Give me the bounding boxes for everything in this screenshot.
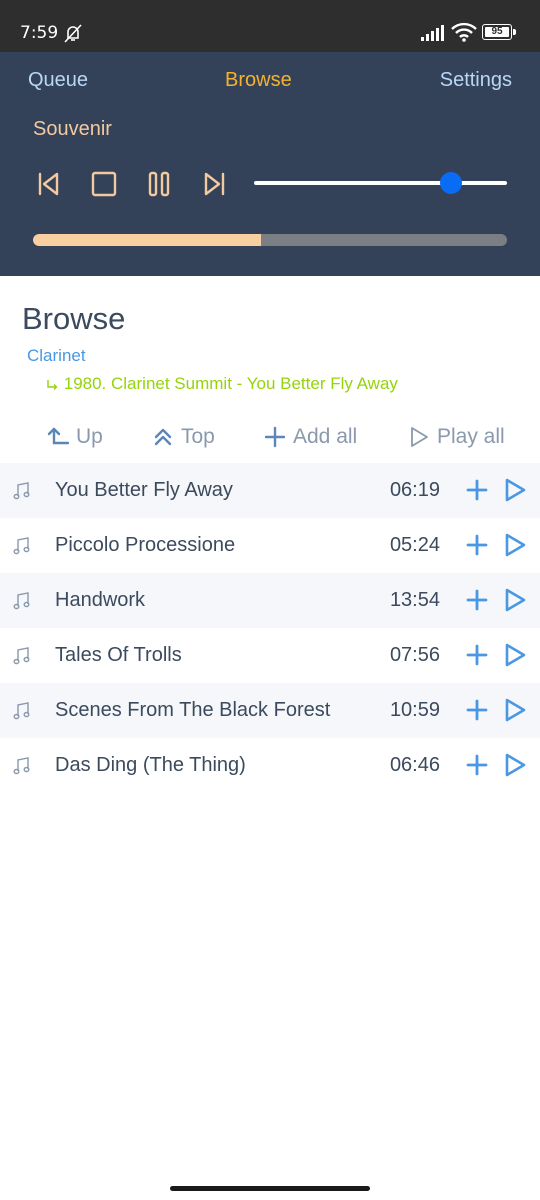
play-all-button[interactable]: Play all <box>407 422 505 452</box>
track-row[interactable]: Handwork 13:54 <box>0 573 540 628</box>
music-note-icon <box>13 537 30 555</box>
page-title: Browse <box>22 301 126 336</box>
add-all-button[interactable]: Add all <box>263 422 357 452</box>
track-row[interactable]: Piccolo Processione 05:24 <box>0 518 540 573</box>
wifi-icon <box>451 22 477 42</box>
battery-icon: 95 <box>482 24 512 40</box>
track-duration: 05:24 <box>389 534 440 556</box>
notifications-muted-icon <box>64 24 82 43</box>
up-label: Up <box>76 425 103 448</box>
breadcrumb-current-label: 1980. Clarinet Summit - You Better Fly A… <box>63 374 398 393</box>
track-title: Tales Of Trolls <box>55 644 182 666</box>
add-icon[interactable] <box>465 588 489 612</box>
tab-settings[interactable]: Settings <box>440 68 512 92</box>
play-all-label: Play all <box>437 425 505 448</box>
status-time: 7:59 <box>20 23 59 43</box>
tab-browse[interactable]: Browse <box>225 68 292 92</box>
skip-next-icon <box>204 172 225 196</box>
play-icon[interactable] <box>503 642 527 668</box>
play-outline-icon <box>411 427 428 447</box>
battery-tip <box>513 29 516 35</box>
next-button[interactable] <box>201 170 229 198</box>
volume-slider-track[interactable] <box>254 181 507 185</box>
up-button[interactable]: Up <box>46 422 103 452</box>
music-note-icon <box>13 592 30 610</box>
track-row[interactable]: Das Ding (The Thing) 06:46 <box>0 738 540 793</box>
add-icon[interactable] <box>465 478 489 502</box>
track-duration: 06:46 <box>389 754 440 776</box>
track-row[interactable]: Scenes From The Black Forest 10:59 <box>0 683 540 738</box>
stop-icon <box>91 171 117 197</box>
pause-button[interactable] <box>145 170 173 198</box>
play-icon[interactable] <box>503 752 527 778</box>
track-title: Scenes From The Black Forest <box>55 699 331 721</box>
now-playing-title: Souvenir <box>33 118 112 140</box>
playback-progress-fill <box>33 234 261 246</box>
play-icon[interactable] <box>503 532 527 558</box>
track-row[interactable]: Tales Of Trolls 07:56 <box>0 628 540 683</box>
track-duration: 07:56 <box>389 644 440 666</box>
track-title: Handwork <box>55 589 146 611</box>
add-icon[interactable] <box>465 533 489 557</box>
play-icon[interactable] <box>503 697 527 723</box>
music-note-icon <box>13 702 30 720</box>
status-bar: 7:59 95 <box>0 0 540 52</box>
music-note-icon <box>13 757 30 775</box>
add-icon[interactable] <box>465 643 489 667</box>
volume-slider-thumb[interactable] <box>440 172 463 194</box>
track-title: Piccolo Processione <box>55 534 236 556</box>
add-all-label: Add all <box>293 425 358 448</box>
tab-queue[interactable]: Queue <box>28 68 88 92</box>
cell-signal-icon <box>421 25 444 41</box>
play-icon[interactable] <box>503 587 527 613</box>
double-chevron-up-icon <box>154 428 172 446</box>
playback-progress-bar[interactable] <box>33 234 507 246</box>
track-list: You Better Fly Away 06:19 Piccolo Processi… <box>0 463 540 793</box>
add-icon[interactable] <box>465 753 489 777</box>
top-button[interactable]: Top <box>151 422 215 452</box>
level-up-icon <box>47 427 70 445</box>
breadcrumb-current[interactable]: 1980. Clarinet Summit - You Better Fly A… <box>45 373 398 395</box>
plus-icon <box>264 426 286 448</box>
pause-icon <box>148 171 170 197</box>
subdirectory-arrow-icon <box>47 379 58 390</box>
player-panel: Queue Browse Settings Souvenir <box>0 52 540 276</box>
track-title: You Better Fly Away <box>55 479 233 501</box>
previous-button[interactable] <box>34 170 62 198</box>
track-title: Das Ding (The Thing) <box>55 754 246 776</box>
stop-button[interactable] <box>90 170 118 198</box>
skip-previous-icon <box>38 172 59 196</box>
music-note-icon <box>13 482 30 500</box>
breadcrumb-root[interactable]: Clarinet <box>27 345 86 367</box>
add-icon[interactable] <box>465 698 489 722</box>
track-duration: 13:54 <box>389 589 440 611</box>
play-icon[interactable] <box>503 477 527 503</box>
battery-level: 95 <box>485 27 509 37</box>
track-duration: 06:19 <box>389 479 440 501</box>
track-row[interactable]: You Better Fly Away 06:19 <box>0 463 540 518</box>
top-label: Top <box>181 425 215 448</box>
track-duration: 10:59 <box>389 699 440 721</box>
music-note-icon <box>13 647 30 665</box>
home-indicator[interactable] <box>170 1186 370 1191</box>
